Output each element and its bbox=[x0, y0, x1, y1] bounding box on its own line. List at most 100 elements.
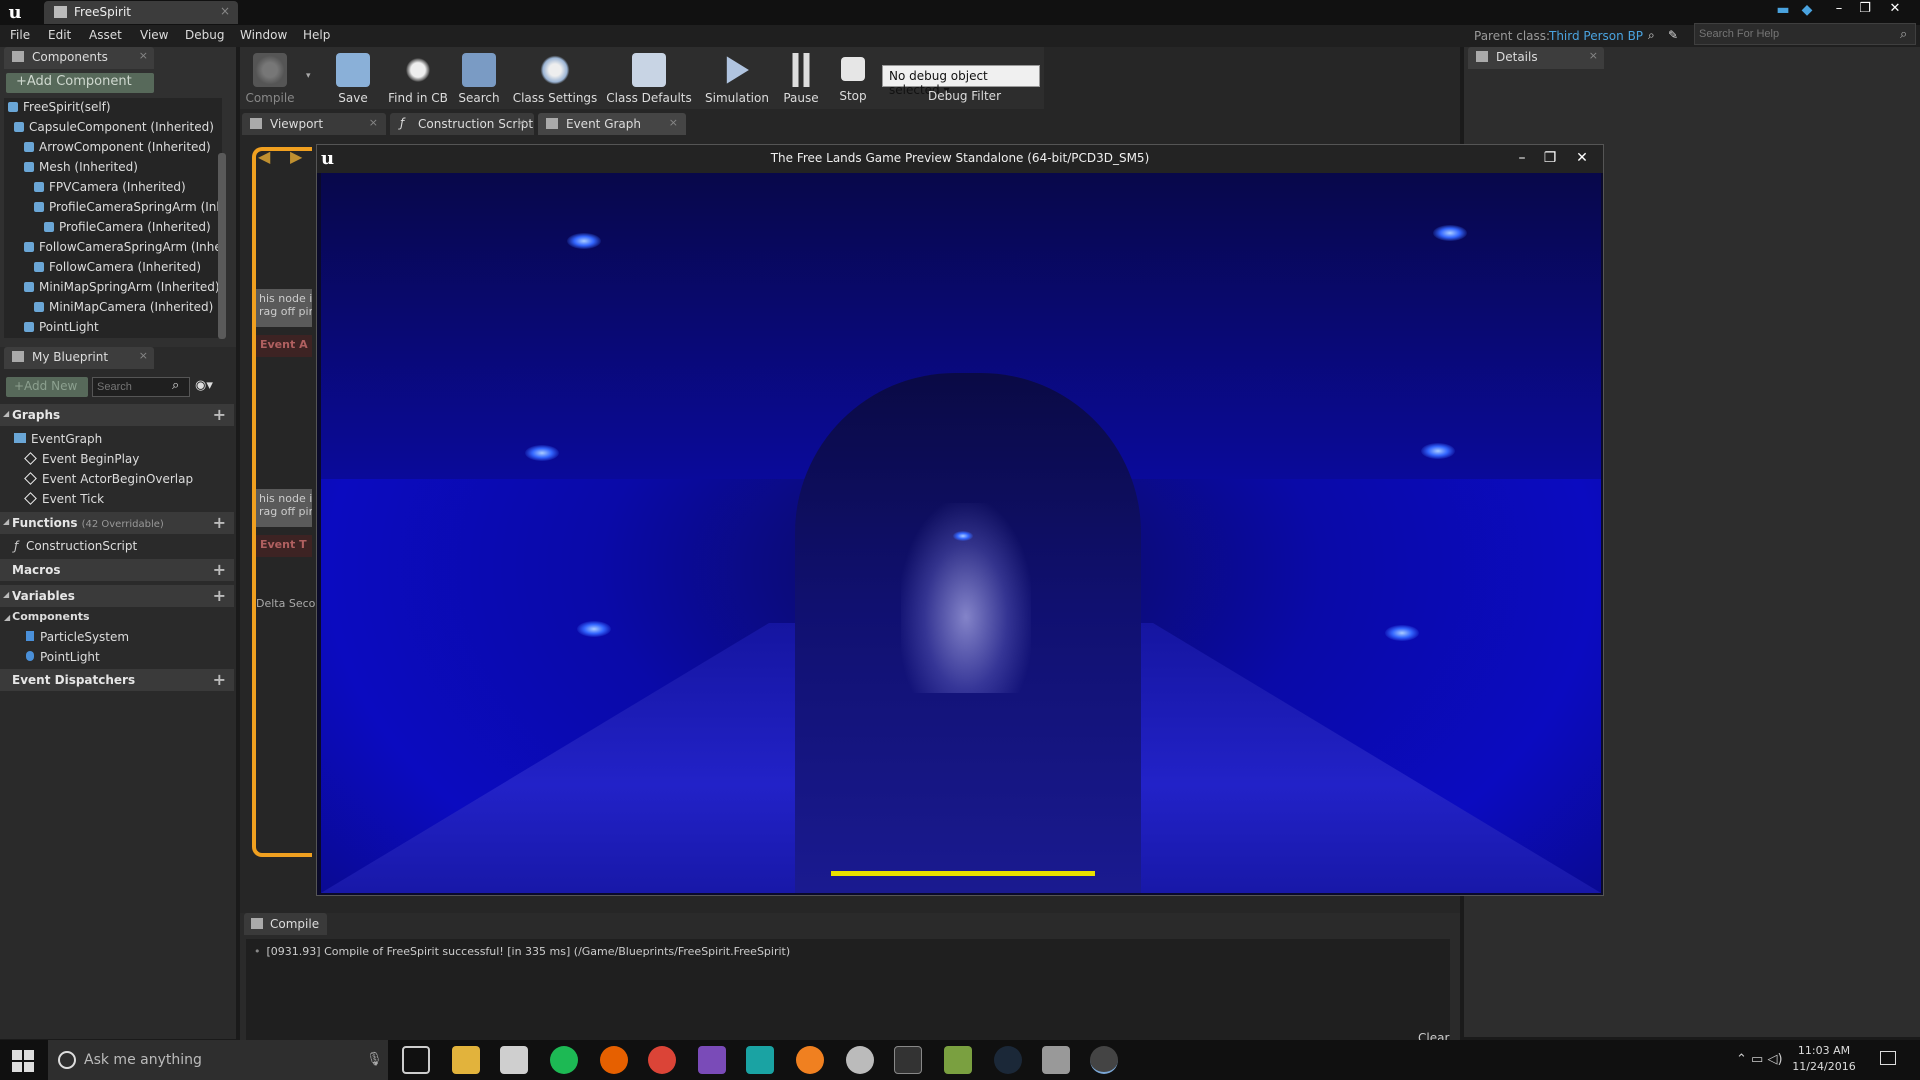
class-settings-button[interactable]: Class Settings bbox=[510, 47, 600, 107]
tree-item[interactable]: CapsuleComponent (Inherited) bbox=[14, 120, 214, 134]
chrome-icon[interactable] bbox=[648, 1046, 676, 1074]
tree-item[interactable]: PointLight bbox=[24, 320, 99, 334]
section-event-dispatchers[interactable]: Event Dispatchers + bbox=[0, 669, 234, 691]
add-dispatcher-button[interactable]: + bbox=[213, 670, 226, 689]
section-macros[interactable]: Macros + bbox=[0, 559, 234, 581]
action-center-icon[interactable] bbox=[1880, 1051, 1896, 1065]
class-defaults-button[interactable]: Class Defaults bbox=[604, 47, 694, 107]
compile-button[interactable]: Compile bbox=[242, 47, 298, 107]
menu-help[interactable]: Help bbox=[303, 28, 330, 42]
speedtree-icon[interactable] bbox=[944, 1046, 972, 1074]
cortana-search-box[interactable]: Ask me anything 🎙 bbox=[48, 1040, 388, 1080]
add-function-button[interactable]: + bbox=[213, 513, 226, 532]
graph-item-eventgraph[interactable]: EventGraph bbox=[14, 432, 102, 446]
tree-item[interactable]: MiniMapSpringArm (Inherited) bbox=[24, 280, 220, 294]
tab-viewport[interactable]: Viewport × bbox=[242, 113, 386, 135]
tree-item[interactable]: Mesh (Inherited) bbox=[24, 160, 138, 174]
close-icon[interactable]: × bbox=[139, 49, 148, 62]
stop-button[interactable]: Stop bbox=[830, 47, 876, 107]
minimize-button[interactable]: – bbox=[1826, 0, 1852, 18]
parent-class-link[interactable]: Third Person BP bbox=[1549, 29, 1643, 43]
tree-item[interactable]: ProfileCameraSpringArm (Inhe bbox=[34, 200, 222, 214]
system-tray-icons[interactable]: ⌃ ▭ ◁) bbox=[1736, 1052, 1783, 1067]
store-icon[interactable] bbox=[500, 1046, 528, 1074]
tree-item[interactable]: ProfileCamera (Inherited) bbox=[44, 220, 211, 234]
close-icon[interactable]: × bbox=[220, 4, 230, 18]
tree-item[interactable]: MiniMapCamera (Inherited) bbox=[34, 300, 213, 314]
close-icon[interactable]: × bbox=[1589, 49, 1598, 62]
help-search-input[interactable] bbox=[1694, 23, 1916, 45]
search-button[interactable]: Search bbox=[454, 47, 504, 107]
chat-icon[interactable]: ▬ bbox=[1774, 2, 1792, 20]
wrench-icon[interactable]: ✎ bbox=[1668, 28, 1678, 42]
component-tree-scrollbar[interactable] bbox=[218, 153, 226, 339]
close-window-button[interactable]: ✕ bbox=[1882, 0, 1908, 18]
debug-object-select[interactable]: No debug object selected ▾ bbox=[882, 65, 1040, 97]
tab-event-graph[interactable]: Event Graph × bbox=[538, 113, 686, 135]
graph-comment-node[interactable]: his node israg off pin bbox=[256, 289, 312, 327]
back-arrow-icon[interactable]: ◀ bbox=[258, 147, 270, 166]
menu-debug[interactable]: Debug bbox=[185, 28, 224, 42]
tree-item[interactable]: FollowCameraSpringArm (Inheri bbox=[24, 240, 222, 254]
menu-view[interactable]: View bbox=[140, 28, 168, 42]
details-tab[interactable]: Details × bbox=[1468, 47, 1604, 69]
component-var-pointlight[interactable]: PointLight bbox=[26, 650, 100, 664]
tree-item[interactable]: FPVCamera (Inherited) bbox=[34, 180, 186, 194]
maximize-button[interactable]: ❐ bbox=[1852, 0, 1878, 18]
section-functions[interactable]: ◢ Functions (42 Overridable) + bbox=[0, 512, 234, 534]
unreal-editor-icon[interactable] bbox=[1090, 1046, 1118, 1074]
firefox-icon[interactable] bbox=[600, 1046, 628, 1074]
tree-item[interactable]: FollowCamera (Inherited) bbox=[34, 260, 201, 274]
settings-gear-icon[interactable] bbox=[846, 1046, 874, 1074]
close-icon[interactable]: × bbox=[669, 116, 678, 129]
app-icon[interactable] bbox=[1042, 1046, 1070, 1074]
search-icon[interactable]: ⌕ bbox=[1900, 27, 1907, 42]
compile-options-dropdown[interactable]: ▾ bbox=[306, 71, 311, 81]
add-new-button[interactable]: +Add New bbox=[6, 377, 88, 397]
subsection-components[interactable]: ◢ Components bbox=[4, 610, 90, 623]
components-tab[interactable]: Components × bbox=[4, 47, 154, 69]
tree-item[interactable]: FreeSpirit(self) bbox=[8, 100, 111, 114]
section-variables[interactable]: ◢ Variables + bbox=[0, 585, 234, 607]
compiler-tab[interactable]: Compile bbox=[244, 913, 328, 935]
graph-comment-node[interactable]: his node israg off pin bbox=[256, 489, 312, 527]
3ds-max-icon[interactable] bbox=[746, 1046, 774, 1074]
graph-event-node[interactable]: Event A bbox=[256, 335, 312, 357]
find-in-cb-button[interactable]: Find in CB bbox=[382, 47, 454, 107]
tab-construction-script[interactable]: ƒ Construction Script × bbox=[390, 113, 534, 135]
clock-time[interactable]: 11:03 AM bbox=[1790, 1044, 1858, 1057]
close-icon[interactable]: × bbox=[517, 116, 526, 129]
windows-start-icon[interactable] bbox=[12, 1050, 34, 1072]
graph-item-event-beginplay[interactable]: Event BeginPlay bbox=[24, 452, 139, 466]
menu-edit[interactable]: Edit bbox=[48, 28, 71, 42]
game-window-titlebar[interactable]: u The Free Lands Game Preview Standalone… bbox=[317, 145, 1603, 173]
maximize-button[interactable]: ❐ bbox=[1537, 148, 1563, 168]
notification-icon[interactable]: ◆ bbox=[1798, 2, 1816, 20]
add-component-button[interactable]: +Add Component bbox=[6, 73, 154, 93]
add-variable-button[interactable]: + bbox=[213, 586, 226, 605]
blender-icon[interactable] bbox=[796, 1046, 824, 1074]
graph-item-event-actorbeginoverlap[interactable]: Event ActorBeginOverlap bbox=[24, 472, 193, 486]
component-var-particlesystem[interactable]: ParticleSystem bbox=[26, 630, 129, 644]
graph-event-node[interactable]: Event T bbox=[256, 535, 312, 557]
pause-button[interactable]: Pause bbox=[778, 47, 824, 107]
minimize-button[interactable]: – bbox=[1509, 148, 1535, 168]
save-button[interactable]: Save bbox=[330, 47, 376, 107]
close-icon[interactable]: × bbox=[369, 116, 378, 129]
find-parent-icon[interactable]: ⌕ bbox=[1648, 28, 1655, 43]
spotify-icon[interactable] bbox=[550, 1046, 578, 1074]
search-icon[interactable]: ⌕ bbox=[172, 378, 179, 393]
file-explorer-icon[interactable] bbox=[452, 1046, 480, 1074]
clock-date[interactable]: 11/24/2016 bbox=[1790, 1060, 1858, 1073]
add-macro-button[interactable]: + bbox=[213, 560, 226, 579]
task-view-icon[interactable] bbox=[402, 1046, 430, 1074]
menu-asset[interactable]: Asset bbox=[89, 28, 122, 42]
close-icon[interactable]: × bbox=[139, 349, 148, 362]
simulation-button[interactable]: Simulation bbox=[702, 47, 772, 107]
function-item-constructionscript[interactable]: ƒ ConstructionScript bbox=[14, 539, 137, 553]
microphone-icon[interactable]: 🎙 bbox=[366, 1052, 383, 1067]
graph-item-event-tick[interactable]: Event Tick bbox=[24, 492, 104, 506]
tree-item[interactable]: ArrowComponent (Inherited) bbox=[24, 140, 211, 154]
close-window-button[interactable]: ✕ bbox=[1569, 148, 1595, 168]
my-blueprint-tab[interactable]: My Blueprint × bbox=[4, 347, 154, 369]
